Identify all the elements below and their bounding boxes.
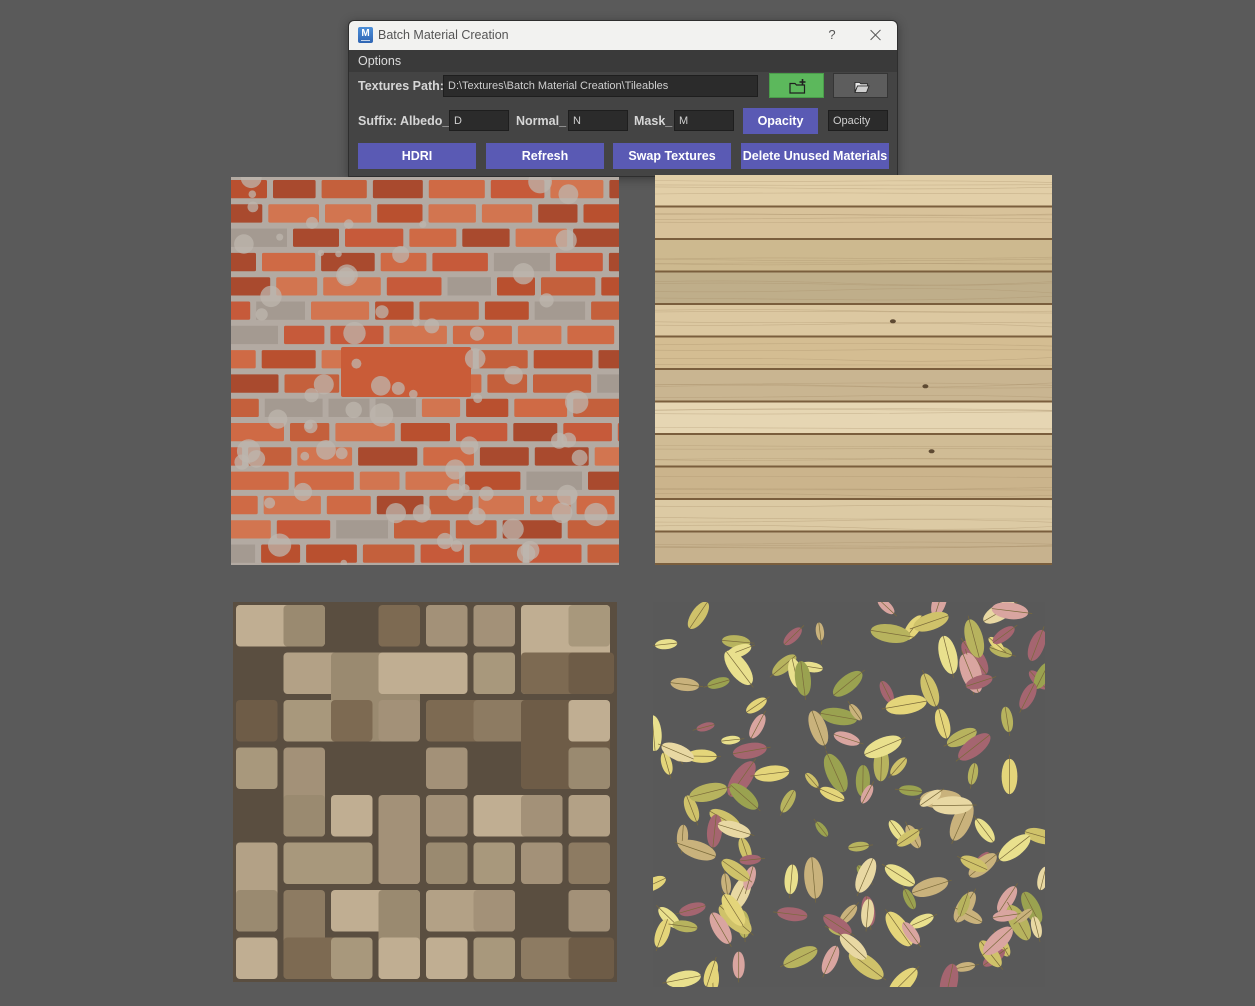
maya-app-icon: M [358, 27, 373, 43]
mask-label: Mask_ [634, 114, 673, 128]
hdri-button[interactable]: HDRI [358, 143, 476, 169]
menu-options[interactable]: Options [358, 54, 401, 68]
textures-path-label: Textures Path: [358, 79, 444, 93]
new-folder-plus-icon [789, 79, 806, 94]
autumn-leaves-scatter-image [653, 602, 1045, 987]
mask-suffix-input[interactable] [674, 110, 734, 131]
delete-unused-materials-button[interactable]: Delete Unused Materials [741, 143, 889, 169]
folder-open-icon [854, 82, 870, 93]
light-wood-planks-image [655, 175, 1052, 565]
suffix-label: Suffix: [358, 114, 397, 128]
help-button[interactable]: ? [824, 26, 840, 44]
batch-material-dialog: M Batch Material Creation ? Options Text… [348, 20, 898, 177]
opacity-button[interactable]: Opacity [743, 108, 818, 134]
opacity-suffix-input[interactable] [828, 110, 888, 131]
wood-texture-swatch[interactable] [655, 175, 1052, 565]
browse-folder-button[interactable] [833, 73, 888, 98]
refresh-button[interactable]: Refresh [486, 143, 604, 169]
albedo-suffix-input[interactable] [449, 110, 509, 131]
title-bar[interactable]: M Batch Material Creation ? [349, 21, 897, 50]
leaves-texture-swatch[interactable] [653, 602, 1045, 987]
stone-texture-swatch[interactable] [233, 602, 617, 982]
menu-bar: Options [349, 50, 897, 72]
textures-path-input[interactable] [443, 75, 758, 97]
swap-textures-button[interactable]: Swap Textures [613, 143, 731, 169]
normal-label: Normal_ [516, 114, 567, 128]
add-folder-button[interactable] [769, 73, 824, 98]
close-button[interactable] [867, 25, 885, 45]
stone-block-floor-image [233, 602, 617, 982]
window-title: Batch Material Creation [378, 28, 509, 42]
red-brick-wall-image [231, 177, 619, 565]
albedo-label: Albedo_ [400, 114, 450, 128]
brick-texture-swatch[interactable] [231, 177, 619, 565]
normal-suffix-input[interactable] [568, 110, 628, 131]
